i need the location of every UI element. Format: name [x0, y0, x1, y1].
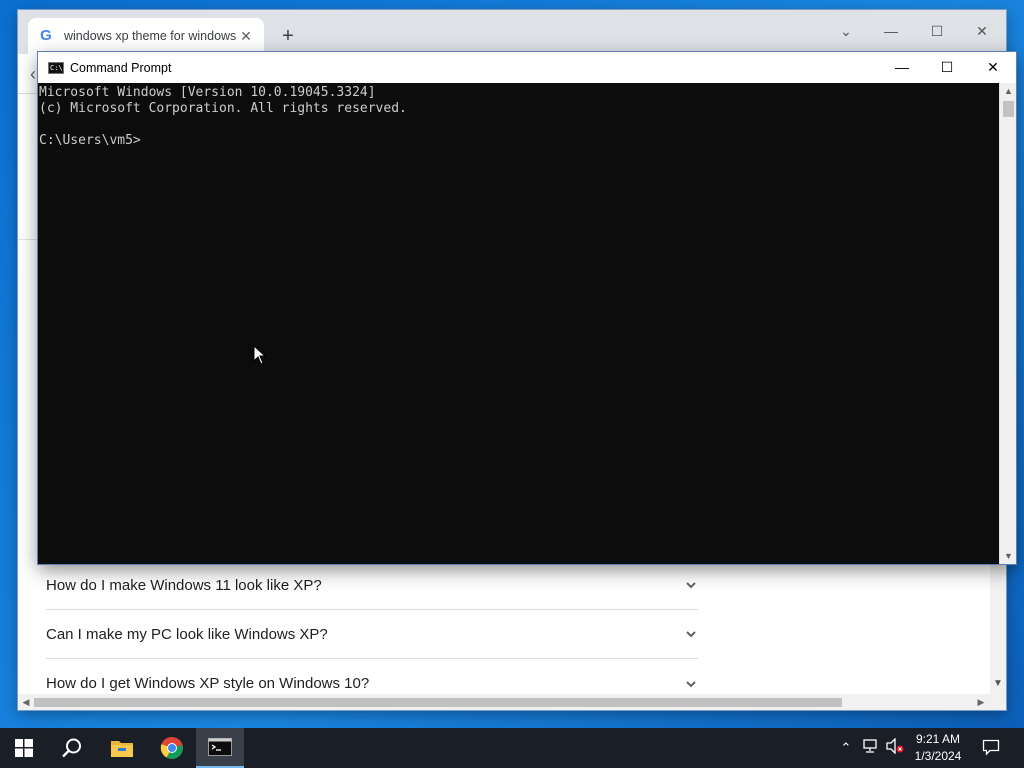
scroll-left-arrow-icon[interactable]: ◀ [18, 694, 34, 710]
cmd-scroll-thumb[interactable] [1003, 101, 1014, 117]
clock-date: 1/3/2024 [914, 749, 962, 763]
cmd-window-title: Command Prompt [70, 60, 172, 75]
tab-title: windows xp theme for windows [64, 29, 237, 43]
browser-maximize-button[interactable]: ☐ [917, 16, 957, 46]
chrome-icon [160, 736, 183, 759]
scroll-right-arrow-icon[interactable]: ▶ [973, 694, 989, 710]
cmd-vertical-scrollbar[interactable]: ▲ ▼ [999, 83, 1016, 564]
faq-question: Can I make my PC look like Windows XP? [46, 625, 328, 643]
clock-time: 9:21 AM [915, 732, 961, 746]
search-button[interactable] [48, 728, 96, 768]
google-favicon-icon: G [40, 27, 52, 44]
chevron-down-icon [684, 677, 698, 691]
search-icon [62, 738, 81, 758]
network-icon[interactable] [861, 738, 881, 758]
chevron-down-icon [684, 578, 698, 592]
new-tab-button[interactable]: + [276, 24, 300, 48]
windows-logo-icon [15, 739, 33, 757]
console-line: Microsoft Windows [Version 10.0.19045.33… [39, 85, 376, 100]
chrome-tab-strip: G windows xp theme for windows ✕ + ⌄ — ☐… [18, 10, 1006, 54]
cmd-app-icon: C:\ [48, 61, 64, 74]
mouse-pointer-icon [253, 345, 267, 365]
start-button[interactable] [0, 728, 48, 768]
taskbar: ⌃ 9:21 AM 1/3/2024 [0, 728, 1024, 768]
console-line: (c) Microsoft Corporation. All rights re… [39, 101, 407, 116]
tray-chevron-icon[interactable]: ⌃ [836, 738, 856, 758]
command-prompt-window: C:\ Command Prompt — ☐ ✕ Microsoft Windo… [38, 52, 1016, 564]
browser-tab[interactable]: G windows xp theme for windows ✕ [28, 18, 264, 54]
browser-minimize-button[interactable]: — [871, 16, 911, 46]
chrome-taskbar-button[interactable] [148, 728, 196, 768]
tab-search-chevron-icon[interactable]: ⌄ [826, 16, 866, 46]
page-horizontal-scrollbar[interactable]: ◀ ▶ [18, 694, 1006, 710]
scroll-down-arrow-icon[interactable]: ▼ [990, 676, 1006, 692]
cmd-taskbar-button[interactable] [196, 728, 244, 768]
scroll-down-arrow-icon[interactable]: ▼ [1000, 548, 1017, 564]
file-explorer-button[interactable] [98, 728, 146, 768]
scroll-up-arrow-icon[interactable]: ▲ [1000, 83, 1017, 99]
browser-close-button[interactable]: ✕ [962, 16, 1002, 46]
cmd-maximize-button[interactable]: ☐ [924, 52, 970, 83]
faq-item[interactable]: Can I make my PC look like Windows XP? [46, 610, 698, 659]
console-prompt: C:\Users\vm5> [39, 133, 141, 148]
folder-icon [111, 741, 133, 757]
tab-close-icon[interactable]: ✕ [238, 28, 254, 44]
volume-muted-icon[interactable] [885, 737, 905, 758]
console-output[interactable]: Microsoft Windows [Version 10.0.19045.33… [38, 83, 999, 564]
faq-question: How do I make Windows 11 look like XP? [46, 576, 322, 594]
cmd-minimize-button[interactable]: — [879, 52, 925, 83]
terminal-icon [208, 738, 232, 756]
notification-center-icon[interactable] [981, 738, 1001, 758]
cmd-close-button[interactable]: ✕ [970, 52, 1016, 83]
horizontal-scroll-thumb[interactable] [34, 698, 842, 707]
cmd-title-bar[interactable]: C:\ Command Prompt — ☐ ✕ [38, 52, 1016, 83]
faq-item[interactable]: How do I make Windows 11 look like XP? [46, 561, 698, 610]
faq-question: How do I get Windows XP style on Windows… [46, 675, 370, 692]
chevron-down-icon [684, 627, 698, 641]
system-clock[interactable]: 9:21 AM 1/3/2024 [912, 731, 964, 765]
